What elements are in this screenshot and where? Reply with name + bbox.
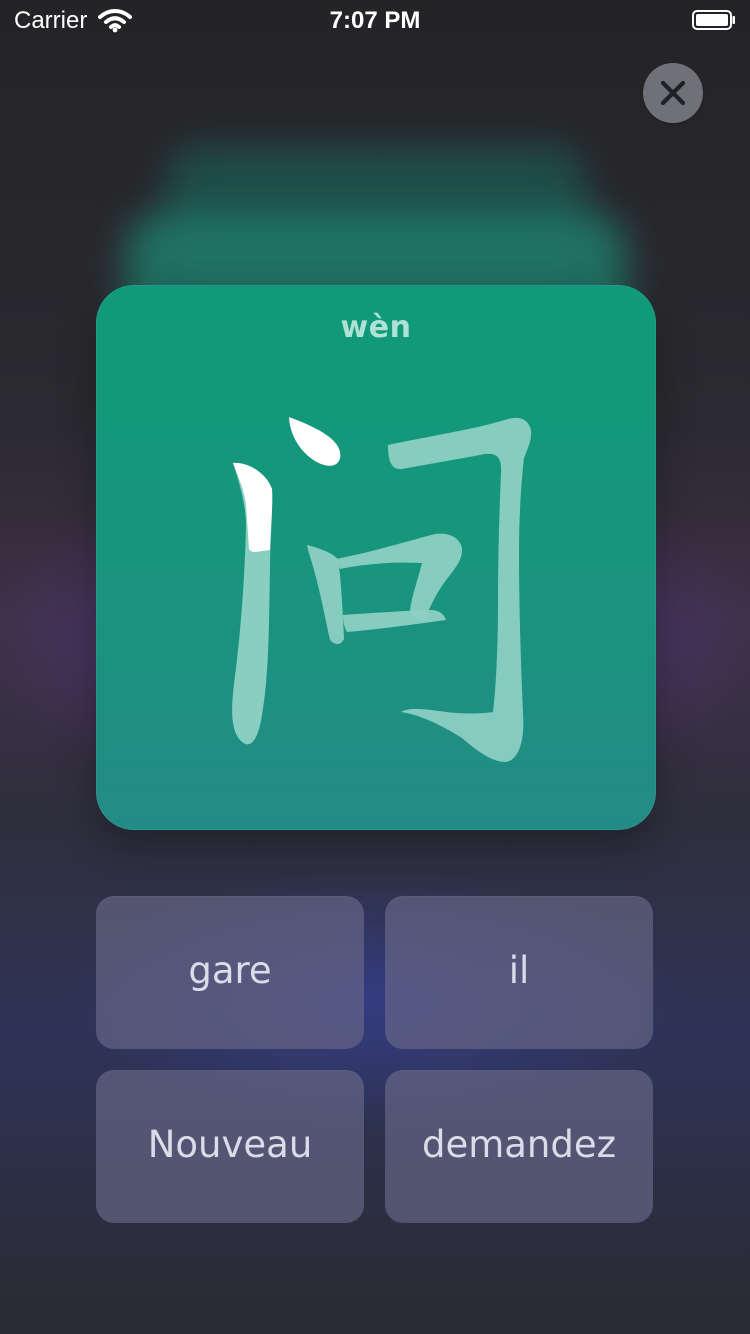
answer-label: gare bbox=[188, 949, 272, 992]
status-time: 7:07 PM bbox=[329, 7, 421, 34]
answer-label: Nouveau bbox=[147, 1123, 313, 1166]
stroke-highlight bbox=[233, 462, 273, 552]
stroke-right-hook bbox=[388, 417, 532, 762]
answer-button-demandez[interactable]: demandez bbox=[385, 1070, 653, 1223]
stroke-box-top-right bbox=[336, 533, 463, 621]
answer-label: demandez bbox=[421, 1123, 617, 1166]
answer-button-il[interactable]: il bbox=[385, 896, 653, 1049]
pinyin-label: wèn bbox=[340, 310, 412, 345]
close-button[interactable] bbox=[643, 63, 703, 123]
battery-icon bbox=[692, 9, 736, 30]
stroke-box-bottom bbox=[343, 610, 446, 632]
close-icon bbox=[659, 79, 687, 107]
stroke-dot bbox=[289, 417, 341, 466]
flashcard[interactable]: wèn bbox=[96, 285, 656, 830]
hanzi-character-drawing bbox=[225, 412, 537, 767]
answer-label: il bbox=[508, 949, 530, 992]
answer-button-nouveau[interactable]: Nouveau bbox=[96, 1070, 364, 1223]
answer-button-gare[interactable]: gare bbox=[96, 896, 364, 1049]
status-bar: Carrier 7:07 PM bbox=[0, 0, 750, 40]
